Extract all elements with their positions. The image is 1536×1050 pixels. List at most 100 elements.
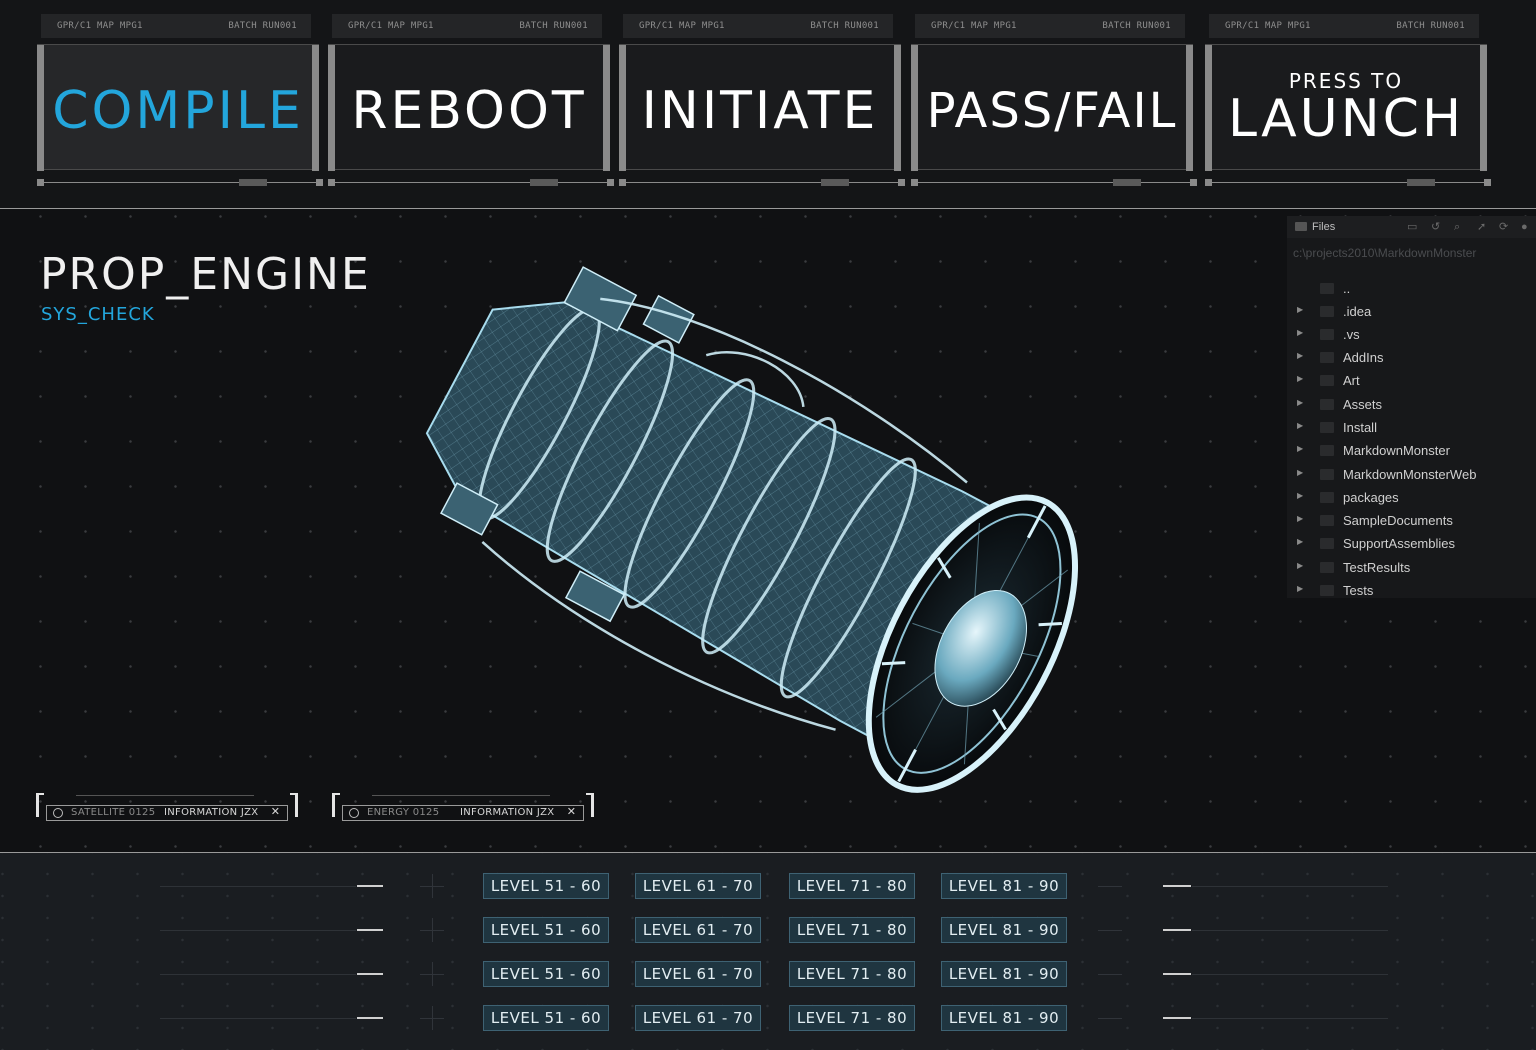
level-button[interactable]: LEVEL 71 - 80	[789, 961, 915, 987]
history-icon[interactable]: ↺	[1431, 222, 1442, 233]
level-button[interactable]: LEVEL 51 - 60	[483, 917, 609, 943]
folder-icon	[1295, 222, 1307, 231]
level-button[interactable]: LEVEL 61 - 70	[635, 1005, 761, 1031]
page-subtitle: SYS_CHECK	[41, 304, 155, 325]
files-panel-title: Files	[1312, 221, 1336, 233]
chevron-right-icon[interactable]: ▶	[1297, 398, 1303, 407]
tree-item-label: AddIns	[1343, 350, 1384, 365]
open-folder-icon[interactable]: ▭	[1407, 222, 1418, 233]
locate-icon[interactable]: ➚	[1477, 222, 1488, 233]
folder-icon	[1320, 352, 1334, 363]
jet-engine-wireframe[interactable]	[360, 251, 1160, 811]
folder-icon	[1320, 283, 1334, 294]
reboot-button[interactable]: REBOOT	[328, 44, 610, 171]
command-rail	[328, 179, 614, 186]
files-path[interactable]: c:\projects2010\MarkdownMonster	[1293, 246, 1476, 260]
chevron-right-icon[interactable]: ▶	[1297, 537, 1303, 546]
folder-icon	[1320, 329, 1334, 340]
reboot-button-label: REBOOT	[351, 81, 587, 141]
chevron-right-icon[interactable]: ▶	[1297, 421, 1303, 430]
tree-item[interactable]: ▶ SupportAssemblies	[1287, 533, 1536, 555]
level-button[interactable]: LEVEL 71 - 80	[789, 917, 915, 943]
chevron-right-icon[interactable]: ▶	[1297, 328, 1303, 337]
refresh-icon[interactable]: ⟳	[1499, 222, 1510, 233]
tree-item[interactable]: ..	[1287, 278, 1536, 300]
tree-item[interactable]: ▶ .idea	[1287, 301, 1536, 323]
chevron-right-icon[interactable]: ▶	[1297, 491, 1303, 500]
info-chip-body[interactable]: ENERGY 0125 INFORMATION JZX ✕	[342, 805, 584, 821]
chevron-right-icon[interactable]: ▶	[1297, 351, 1303, 360]
info-chip-energy: ENERGY 0125 INFORMATION JZX ✕	[332, 793, 594, 823]
initiate-button[interactable]: INITIATE	[619, 44, 901, 171]
folder-icon	[1320, 492, 1334, 503]
tree-item[interactable]: ▶ MarkdownMonsterWeb	[1287, 464, 1536, 486]
launch-button[interactable]: PRESS TO LAUNCH	[1205, 44, 1487, 171]
tree-item-label: SampleDocuments	[1343, 513, 1453, 528]
settings-icon[interactable]: ●	[1521, 222, 1532, 233]
chevron-right-icon[interactable]: ▶	[1297, 468, 1303, 477]
level-button[interactable]: LEVEL 61 - 70	[635, 917, 761, 943]
tree-item[interactable]: ▶ Assets	[1287, 394, 1536, 416]
level-row: LEVEL 51 - 60 LEVEL 61 - 70 LEVEL 71 - 8…	[0, 961, 1536, 987]
folder-icon	[1320, 399, 1334, 410]
tree-item[interactable]: ▶ .vs	[1287, 324, 1536, 346]
tree-item[interactable]: ▶ MarkdownMonster	[1287, 440, 1536, 462]
folder-icon	[1320, 445, 1334, 456]
info-chip-satellite: SATELLITE 0125 INFORMATION JZX ✕	[36, 793, 298, 823]
command-meta-left: GPR/C1 MAP MPG1	[639, 21, 725, 31]
command-rail	[37, 179, 323, 186]
command-compile: GPR/C1 MAP MPG1 BATCH RUN001 COMPILE	[37, 14, 323, 190]
info-chip-value: INFORMATION JZX	[460, 807, 555, 818]
close-icon[interactable]: ✕	[567, 805, 576, 818]
tree-item[interactable]: ▶ Install	[1287, 417, 1536, 439]
command-meta-right: BATCH RUN001	[810, 21, 879, 31]
info-chip-body[interactable]: SATELLITE 0125 INFORMATION JZX ✕	[46, 805, 288, 821]
command-rail	[911, 179, 1197, 186]
info-chip-value: INFORMATION JZX	[164, 807, 259, 818]
level-button[interactable]: LEVEL 81 - 90	[941, 873, 1067, 899]
level-button[interactable]: LEVEL 61 - 70	[635, 873, 761, 899]
compile-button[interactable]: COMPILE	[37, 44, 319, 171]
level-button[interactable]: LEVEL 71 - 80	[789, 873, 915, 899]
tree-item-label: .idea	[1343, 304, 1372, 319]
chevron-right-icon[interactable]: ▶	[1297, 374, 1303, 383]
compile-button-label: COMPILE	[52, 81, 304, 141]
level-button[interactable]: LEVEL 51 - 60	[483, 1005, 609, 1031]
level-row: LEVEL 51 - 60 LEVEL 61 - 70 LEVEL 71 - 8…	[0, 917, 1536, 943]
command-reboot: GPR/C1 MAP MPG1 BATCH RUN001 REBOOT	[328, 14, 614, 190]
tree-item-label: Tests	[1343, 583, 1374, 598]
search-icon[interactable]: ⌕	[1454, 222, 1465, 233]
tree-item[interactable]: ▶ Tests	[1287, 580, 1536, 602]
chevron-right-icon[interactable]: ▶	[1297, 584, 1303, 593]
command-meta-left: GPR/C1 MAP MPG1	[1225, 21, 1311, 31]
level-button[interactable]: LEVEL 51 - 60	[483, 961, 609, 987]
tree-item[interactable]: ▶ Art	[1287, 370, 1536, 392]
tree-item[interactable]: ▶ packages	[1287, 487, 1536, 509]
close-icon[interactable]: ✕	[271, 805, 280, 818]
chevron-right-icon[interactable]: ▶	[1297, 514, 1303, 523]
tree-item-label: Art	[1343, 373, 1360, 388]
tree-item[interactable]: ▶ SampleDocuments	[1287, 510, 1536, 532]
level-button[interactable]: LEVEL 81 - 90	[941, 917, 1067, 943]
launch-button-label: LAUNCH	[1227, 89, 1465, 149]
level-row: LEVEL 51 - 60 LEVEL 61 - 70 LEVEL 71 - 8…	[0, 873, 1536, 899]
command-meta-left: GPR/C1 MAP MPG1	[931, 21, 1017, 31]
pass-fail-button[interactable]: PASS/FAIL	[911, 44, 1193, 171]
command-meta-right: BATCH RUN001	[1102, 21, 1171, 31]
chevron-right-icon[interactable]: ▶	[1297, 305, 1303, 314]
model-viewport[interactable]: PROP_ENGINE SYS_CHECK Files ▭ ↺ ⌕ ➚ ⟳ ● …	[0, 209, 1536, 852]
level-button[interactable]: LEVEL 71 - 80	[789, 1005, 915, 1031]
level-button[interactable]: LEVEL 81 - 90	[941, 961, 1067, 987]
chevron-right-icon[interactable]: ▶	[1297, 444, 1303, 453]
target-icon	[349, 808, 359, 818]
folder-icon	[1320, 469, 1334, 480]
tree-item[interactable]: ▶ TestResults	[1287, 557, 1536, 579]
command-rail	[619, 179, 905, 186]
tree-item-label: ..	[1343, 281, 1351, 296]
level-button[interactable]: LEVEL 81 - 90	[941, 1005, 1067, 1031]
chevron-right-icon[interactable]: ▶	[1297, 561, 1303, 570]
command-header: GPR/C1 MAP MPG1 BATCH RUN001	[623, 14, 893, 38]
tree-item[interactable]: ▶ AddIns	[1287, 347, 1536, 369]
level-button[interactable]: LEVEL 51 - 60	[483, 873, 609, 899]
level-button[interactable]: LEVEL 61 - 70	[635, 961, 761, 987]
